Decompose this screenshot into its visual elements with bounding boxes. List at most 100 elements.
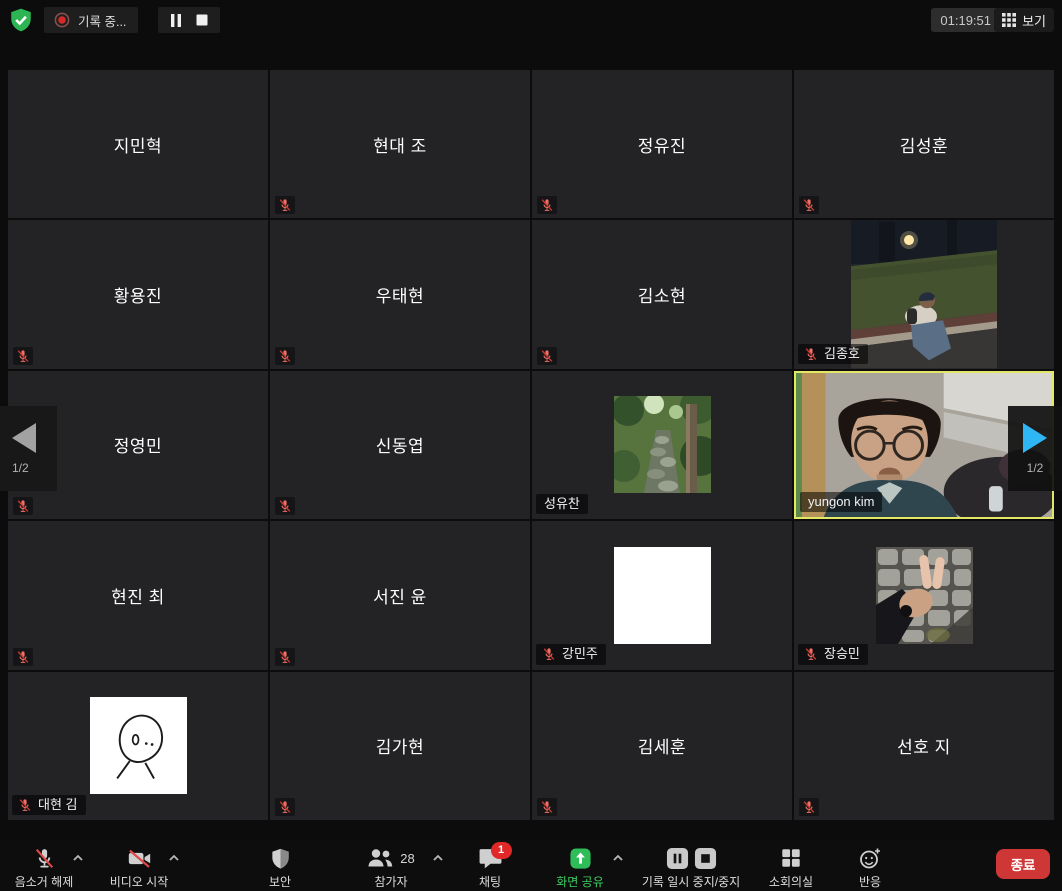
muted-mic-icon bbox=[18, 798, 32, 812]
stop-recording-icon[interactable] bbox=[196, 14, 208, 26]
page-indicator-right: 1/2 bbox=[1027, 461, 1044, 475]
participants-count: 28 bbox=[400, 851, 414, 866]
share-options-chevron-icon[interactable] bbox=[612, 854, 624, 862]
participant-name: 정영민 bbox=[114, 432, 162, 457]
participant-name: 서진 윤 bbox=[373, 583, 427, 608]
recording-indicator: 기록 중... bbox=[44, 7, 138, 33]
participant-name: 김성훈 bbox=[900, 132, 948, 157]
muted-mic-icon bbox=[275, 798, 295, 816]
security-button[interactable]: 보안 bbox=[252, 844, 308, 890]
participant-name: 현대 조 bbox=[373, 132, 427, 157]
view-button[interactable]: 보기 bbox=[994, 8, 1054, 32]
participant-name: 신동엽 bbox=[376, 432, 424, 457]
reactions-button[interactable]: 반응 bbox=[842, 844, 898, 890]
participant-tile[interactable]: 성유찬 bbox=[532, 371, 792, 519]
muted-mic-icon bbox=[799, 196, 819, 214]
participant-name: 선호 지 bbox=[897, 733, 951, 758]
participant-tile[interactable]: 서진 윤 bbox=[270, 521, 530, 669]
unmute-button[interactable]: 음소거 해제 bbox=[2, 844, 86, 890]
share-screen-button[interactable]: 화면 공유 bbox=[548, 844, 612, 890]
participant-tile[interactable]: 황용진 bbox=[8, 220, 268, 368]
page-indicator-left: 1/2 bbox=[12, 461, 29, 475]
mic-muted-icon bbox=[32, 846, 57, 871]
participant-tile[interactable]: 우태현 bbox=[270, 220, 530, 368]
participant-name: 김종호 bbox=[824, 347, 860, 361]
meeting-toolbar: 음소거 해제 비디오 시작 보안 28 참가자 bbox=[0, 840, 1062, 891]
participant-name: 성유찬 bbox=[544, 497, 580, 511]
mute-options-chevron-icon[interactable] bbox=[72, 854, 84, 862]
reactions-smiley-icon bbox=[858, 846, 882, 870]
participant-name: 장승민 bbox=[824, 647, 860, 661]
participant-tile[interactable]: 대현 김 bbox=[8, 672, 268, 820]
muted-mic-icon bbox=[804, 647, 818, 661]
participant-avatar bbox=[614, 396, 711, 493]
pause-recording-icon[interactable] bbox=[170, 14, 182, 27]
muted-mic-icon bbox=[13, 347, 33, 365]
muted-mic-icon bbox=[537, 196, 557, 214]
participant-tile[interactable]: 김종호 bbox=[794, 220, 1054, 368]
participant-tile[interactable]: 신동엽 bbox=[270, 371, 530, 519]
participant-name-label: 성유찬 bbox=[536, 494, 588, 514]
end-meeting-button[interactable]: 종료 bbox=[996, 849, 1050, 879]
participant-avatar bbox=[90, 697, 187, 794]
record-dot-icon bbox=[54, 12, 70, 28]
breakout-rooms-button[interactable]: 소회의실 bbox=[758, 844, 824, 890]
share-screen-icon bbox=[569, 847, 592, 870]
muted-mic-icon bbox=[537, 798, 557, 816]
participant-name: 우태현 bbox=[376, 282, 424, 307]
participants-icon bbox=[367, 847, 394, 869]
muted-mic-icon bbox=[275, 347, 295, 365]
camera-off-icon bbox=[126, 845, 153, 872]
participant-avatar bbox=[614, 547, 711, 644]
previous-page-arrow-icon[interactable] bbox=[12, 423, 36, 453]
participants-options-chevron-icon[interactable] bbox=[432, 854, 444, 862]
muted-mic-icon bbox=[799, 798, 819, 816]
shield-icon bbox=[269, 847, 292, 870]
participant-tile[interactable]: 선호 지 bbox=[794, 672, 1054, 820]
muted-mic-icon bbox=[804, 347, 818, 361]
participant-name-label: 김종호 bbox=[798, 344, 868, 364]
participant-avatar bbox=[876, 547, 973, 644]
stop-recording-toolbar-icon[interactable] bbox=[694, 847, 717, 870]
next-page-arrow-icon[interactable] bbox=[1023, 423, 1047, 453]
participant-tile[interactable]: 김가현 bbox=[270, 672, 530, 820]
start-video-button[interactable]: 비디오 시작 bbox=[96, 844, 182, 890]
participant-name: 대현 김 bbox=[38, 798, 78, 812]
muted-mic-icon bbox=[537, 347, 557, 365]
next-page-panel: 1/2 bbox=[1008, 406, 1062, 491]
participant-name: 김세훈 bbox=[638, 733, 686, 758]
participant-tile[interactable]: 지민혁 bbox=[8, 70, 268, 218]
participant-tile[interactable]: 정유진 bbox=[532, 70, 792, 218]
pause-recording-toolbar-icon[interactable] bbox=[666, 847, 689, 870]
participant-avatar bbox=[851, 220, 997, 368]
participant-gallery: 지민혁 현대 조 정유진 김성훈황용진 우태현 김소현김종호정영민 신동엽성유찬 yungon… bbox=[8, 70, 1054, 820]
participant-name: 김소현 bbox=[638, 282, 686, 307]
participant-name-label: 강민주 bbox=[536, 644, 606, 664]
participant-tile[interactable]: 김성훈 bbox=[794, 70, 1054, 218]
participant-tile[interactable]: 김소현 bbox=[532, 220, 792, 368]
participant-name: 현진 최 bbox=[111, 583, 165, 608]
participant-name: yungon kim bbox=[808, 495, 874, 509]
participant-name: 강민주 bbox=[562, 647, 598, 661]
participant-name-label: 대현 김 bbox=[12, 795, 86, 815]
gallery-grid-icon bbox=[1002, 13, 1016, 27]
security-shield-icon[interactable] bbox=[8, 7, 34, 33]
muted-mic-icon bbox=[275, 648, 295, 666]
participants-button[interactable]: 28 참가자 bbox=[348, 844, 434, 890]
participant-tile[interactable]: 강민주 bbox=[532, 521, 792, 669]
video-options-chevron-icon[interactable] bbox=[168, 854, 180, 862]
breakout-rooms-icon bbox=[780, 847, 802, 869]
participant-tile[interactable]: 김세훈 bbox=[532, 672, 792, 820]
muted-mic-icon bbox=[275, 196, 295, 214]
participant-tile[interactable]: 장승민 bbox=[794, 521, 1054, 669]
chat-button[interactable]: 1 채팅 bbox=[462, 844, 518, 890]
recording-pause-stop-button[interactable]: 기록 일시 중지/중지 bbox=[628, 844, 754, 890]
participant-name-label: 장승민 bbox=[798, 644, 868, 664]
participant-tile[interactable]: 현진 최 bbox=[8, 521, 268, 669]
participant-tile[interactable]: 현대 조 bbox=[270, 70, 530, 218]
participant-name: 김가현 bbox=[376, 733, 424, 758]
recording-status-text: 기록 중... bbox=[78, 11, 126, 30]
participant-name: 황용진 bbox=[114, 282, 162, 307]
previous-page-panel: 1/2 bbox=[0, 406, 57, 491]
view-button-label: 보기 bbox=[1022, 11, 1046, 30]
